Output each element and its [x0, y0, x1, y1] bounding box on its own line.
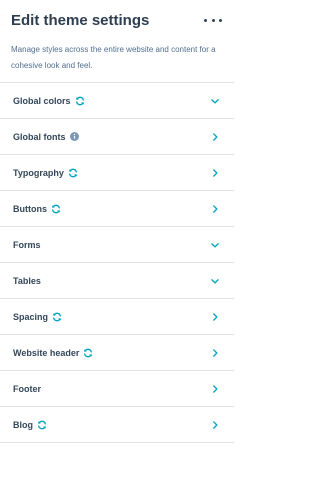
chevron-down-icon[interactable]	[210, 240, 220, 250]
chevron-right-icon[interactable]	[210, 204, 220, 214]
chevron-right-icon[interactable]	[210, 312, 220, 322]
section-label: Tables	[13, 275, 41, 286]
panel-header: Edit theme settings	[0, 0, 234, 38]
section-forms[interactable]: Forms	[0, 227, 234, 263]
info-icon[interactable]	[69, 132, 79, 141]
chevron-right-icon[interactable]	[210, 132, 220, 142]
section-typography[interactable]: Typography	[0, 155, 234, 191]
section-label: Spacing	[13, 311, 49, 322]
sync-icon	[68, 168, 78, 178]
section-label: Global fonts	[13, 131, 66, 142]
sync-icon	[75, 96, 85, 106]
chevron-right-icon[interactable]	[210, 384, 220, 394]
section-label: Buttons	[13, 203, 47, 214]
chevron-right-icon[interactable]	[210, 348, 220, 358]
section-label: Forms	[13, 239, 41, 250]
chevron-down-icon[interactable]	[210, 96, 220, 106]
section-tables[interactable]: Tables	[0, 263, 234, 299]
sync-icon	[37, 420, 47, 430]
section-label: Website header	[13, 347, 80, 358]
more-horizontal-icon	[204, 18, 207, 22]
settings-section-list: Global colors Global fonts Typography Butto…	[0, 82, 234, 443]
section-global-fonts[interactable]: Global fonts	[0, 119, 234, 155]
page-title: Edit theme settings	[11, 12, 150, 29]
sync-icon	[51, 204, 61, 214]
chevron-right-icon[interactable]	[210, 168, 220, 178]
panel-description: Manage styles across the entire website …	[11, 45, 216, 70]
section-label: Blog	[13, 419, 33, 430]
section-label: Footer	[13, 383, 41, 394]
more-options-button[interactable]	[204, 14, 222, 26]
section-blog[interactable]: Blog	[0, 407, 234, 443]
sync-icon	[52, 312, 62, 322]
theme-settings-panel: Edit theme settings Manage styles across…	[0, 0, 234, 499]
sync-icon	[83, 348, 93, 358]
section-label: Global colors	[13, 95, 71, 106]
section-global-colors[interactable]: Global colors	[0, 83, 234, 119]
chevron-down-icon[interactable]	[210, 276, 220, 286]
section-footer[interactable]: Footer	[0, 371, 234, 407]
section-label: Typography	[13, 167, 64, 178]
chevron-right-icon[interactable]	[210, 420, 220, 430]
section-buttons[interactable]: Buttons	[0, 191, 234, 227]
section-website-header[interactable]: Website header	[0, 335, 234, 371]
section-spacing[interactable]: Spacing	[0, 299, 234, 335]
